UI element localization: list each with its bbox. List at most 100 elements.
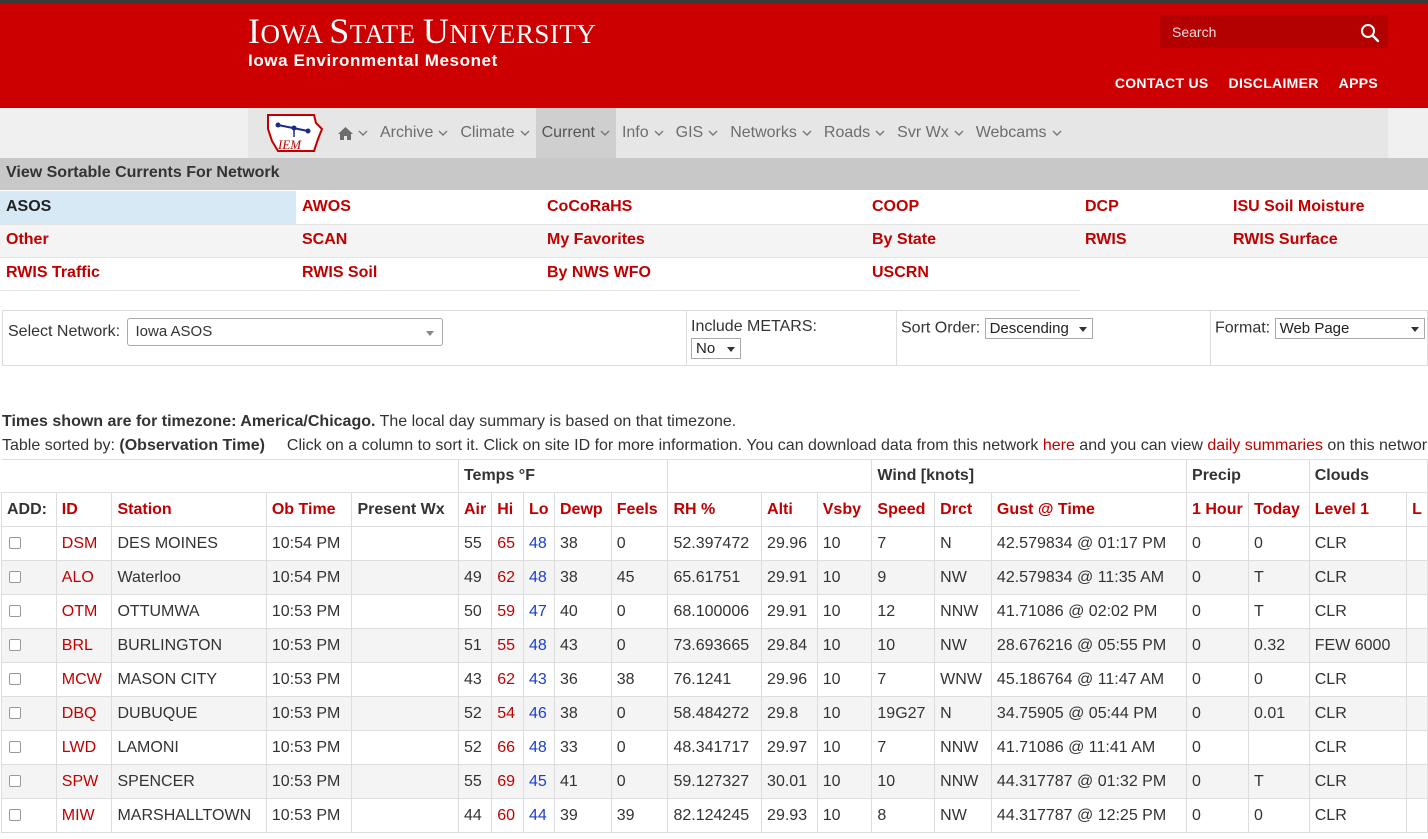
- network-link-rwis[interactable]: RWIS: [1079, 224, 1227, 257]
- network-link-isu-soil-moisture[interactable]: ISU Soil Moisture: [1227, 191, 1428, 224]
- col-rh[interactable]: RH %: [667, 492, 763, 527]
- cell-id[interactable]: LWD: [55, 730, 113, 765]
- col-alti[interactable]: Alti: [761, 492, 818, 527]
- nav-svr-wx[interactable]: Svr Wx: [891, 108, 970, 158]
- include-metars-label: Include METARS:: [691, 318, 817, 335]
- search-icon[interactable]: [1360, 23, 1380, 43]
- cell-cloud-level-1: CLR: [1308, 798, 1408, 833]
- download-here-link[interactable]: here: [1043, 437, 1075, 454]
- cell-cloud-level-2: [1406, 662, 1428, 697]
- search-input[interactable]: [1160, 15, 1350, 48]
- dropdown-arrow-icon: [1410, 327, 1419, 332]
- cell-id[interactable]: MCW: [55, 662, 113, 697]
- disclaimer-link[interactable]: DISCLAIMER: [1229, 75, 1319, 91]
- nav-info[interactable]: Info: [616, 108, 670, 158]
- network-link-dcp[interactable]: DCP: [1079, 191, 1227, 224]
- add-checkbox[interactable]: [9, 775, 21, 788]
- add-checkbox[interactable]: [9, 673, 21, 686]
- chevron-down-icon: [708, 130, 718, 136]
- cell-id[interactable]: ALO: [55, 560, 113, 595]
- wordmark-part: TATE: [349, 19, 416, 49]
- network-link-other[interactable]: Other: [0, 224, 296, 257]
- add-checkbox[interactable]: [9, 639, 21, 652]
- cell-speed: 12: [871, 594, 936, 629]
- col-precip-1hour[interactable]: 1 Hour: [1186, 492, 1249, 527]
- col-gust-time[interactable]: Gust @ Time: [990, 492, 1188, 527]
- include-metars-dropdown[interactable]: No: [691, 338, 741, 359]
- contact-us-link[interactable]: CONTACT US: [1115, 75, 1209, 91]
- cell-gust-time: 41.71086 @ 02:02 PM: [990, 594, 1188, 629]
- cell-id[interactable]: BRL: [55, 628, 113, 663]
- select-network-dropdown[interactable]: Iowa ASOS: [126, 318, 443, 346]
- nav-archive[interactable]: Archive: [374, 108, 454, 158]
- network-link-rwis-surface[interactable]: RWIS Surface: [1227, 224, 1428, 257]
- cell-drct: WNW: [934, 662, 992, 697]
- chevron-down-icon: [358, 130, 368, 136]
- cell-precip-today: 0: [1247, 526, 1310, 561]
- add-checkbox[interactable]: [9, 809, 21, 822]
- col-feels[interactable]: Feels: [610, 492, 669, 527]
- cell-precip-1hour: 0: [1186, 628, 1249, 663]
- nav-current[interactable]: Current: [535, 108, 616, 158]
- apps-link[interactable]: APPS: [1339, 75, 1378, 91]
- chevron-down-icon: [954, 130, 964, 136]
- sort-order-dropdown[interactable]: Descending: [984, 318, 1093, 339]
- cell-id[interactable]: SPW: [55, 764, 113, 799]
- col-cloud-level-1[interactable]: Level 1: [1308, 492, 1408, 527]
- network-link-by-state[interactable]: By State: [866, 224, 1079, 257]
- col-precip-today[interactable]: Today: [1247, 492, 1310, 527]
- cell-id[interactable]: DSM: [55, 526, 113, 561]
- university-wordmark[interactable]: IOWA STATE UNIVERSITY: [248, 10, 596, 52]
- cell-id[interactable]: OTM: [55, 594, 113, 629]
- add-checkbox[interactable]: [9, 571, 21, 584]
- col-ob-time[interactable]: Ob Time: [265, 492, 353, 527]
- network-link-rwis-traffic[interactable]: RWIS Traffic: [0, 257, 296, 290]
- col-dewp[interactable]: Dewp: [553, 492, 612, 527]
- col-vsby[interactable]: Vsby: [816, 492, 873, 527]
- add-checkbox[interactable]: [9, 707, 21, 720]
- nav-gis[interactable]: GIS: [670, 108, 725, 158]
- network-link-scan[interactable]: SCAN: [296, 224, 541, 257]
- network-link-coop[interactable]: COOP: [866, 191, 1079, 224]
- format-dropdown[interactable]: Web Page: [1274, 318, 1425, 339]
- nav-climate[interactable]: Climate: [454, 108, 535, 158]
- network-link-my-favorites[interactable]: My Favorites: [541, 224, 866, 257]
- cell-id[interactable]: DBQ: [55, 696, 113, 731]
- add-checkbox[interactable]: [9, 605, 21, 618]
- nav-networks[interactable]: Networks: [724, 108, 818, 158]
- network-link-rwis-soil[interactable]: RWIS Soil: [296, 257, 541, 290]
- wordmark-letter: S: [329, 11, 350, 51]
- network-link-cocorahs[interactable]: CoCoRaHS: [541, 191, 866, 224]
- nav-home[interactable]: [332, 108, 374, 158]
- network-link-uscrn[interactable]: USCRN: [866, 257, 1079, 290]
- network-link-by-nws-wfo[interactable]: By NWS WFO: [541, 257, 866, 290]
- col-cloud-level-2[interactable]: L: [1406, 492, 1428, 527]
- cell-cloud-level-1: CLR: [1308, 696, 1408, 731]
- col-id[interactable]: ID: [55, 492, 113, 527]
- nav-label: Info: [621, 124, 649, 141]
- col-lo[interactable]: Lo: [523, 492, 555, 527]
- chevron-down-icon: [802, 130, 812, 136]
- col-drct[interactable]: Drct: [934, 492, 992, 527]
- cell-precip-1hour: 0: [1186, 662, 1249, 697]
- sort-order-group: Sort Order: Descending: [901, 311, 1206, 365]
- add-checkbox[interactable]: [9, 741, 21, 754]
- wordmark-letter: U: [422, 11, 450, 51]
- nav-roads[interactable]: Roads: [818, 108, 891, 158]
- col-air[interactable]: Air: [457, 492, 493, 527]
- cell-alti: 29.8: [761, 696, 818, 731]
- cell-id[interactable]: MIW: [55, 798, 113, 833]
- daily-summaries-link[interactable]: daily summaries: [1207, 437, 1323, 454]
- iem-logo-icon[interactable]: IEM: [264, 111, 326, 157]
- add-checkbox[interactable]: [9, 537, 21, 550]
- cell-speed: 7: [871, 730, 936, 765]
- network-link-awos[interactable]: AWOS: [296, 191, 541, 224]
- col-station[interactable]: Station: [111, 492, 267, 527]
- cell-vsby: 10: [816, 594, 873, 629]
- site-subtitle[interactable]: Iowa Environmental Mesonet: [248, 51, 498, 71]
- chevron-down-icon: [600, 130, 610, 136]
- col-speed[interactable]: Speed: [871, 492, 936, 527]
- nav-webcams[interactable]: Webcams: [970, 108, 1068, 158]
- col-hi[interactable]: Hi: [491, 492, 525, 527]
- network-link-asos[interactable]: ASOS: [0, 191, 296, 224]
